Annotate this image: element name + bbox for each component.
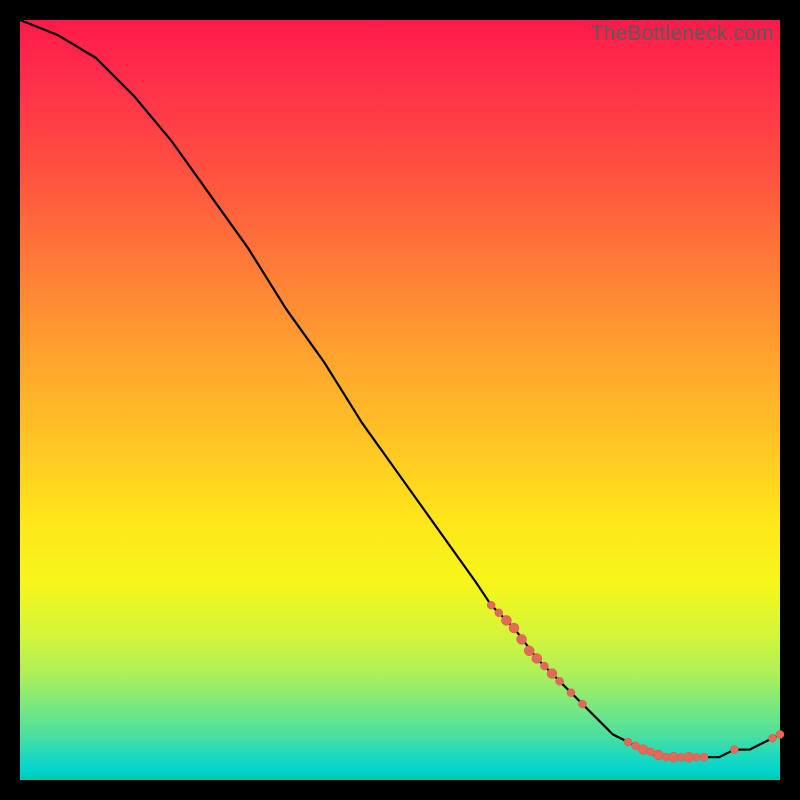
curve-marker <box>517 634 527 644</box>
curve-marker <box>540 662 548 670</box>
curve-marker <box>509 623 519 633</box>
curve-marker <box>692 753 700 761</box>
plot-area: TheBottleneck.com <box>20 20 780 780</box>
curve-marker <box>501 615 511 625</box>
curve-marker <box>638 745 648 755</box>
curve-marker <box>624 738 632 746</box>
curve-marker <box>653 750 663 760</box>
curve-marker <box>495 609 503 617</box>
curve-marker <box>487 601 495 609</box>
curve-marker <box>532 653 542 663</box>
curve-marker <box>524 646 534 656</box>
curve-marker <box>567 689 575 697</box>
curve-marker <box>578 700 586 708</box>
markers-group <box>487 601 784 762</box>
curve-marker <box>768 734 776 742</box>
curve-marker <box>556 677 564 685</box>
bottleneck-curve-line <box>20 20 780 757</box>
curve-marker <box>700 753 708 761</box>
chart-stage: TheBottleneck.com <box>0 0 800 800</box>
curve-marker <box>730 746 738 754</box>
curve-marker <box>776 730 784 738</box>
chart-svg <box>20 20 780 780</box>
curve-marker <box>547 669 557 679</box>
